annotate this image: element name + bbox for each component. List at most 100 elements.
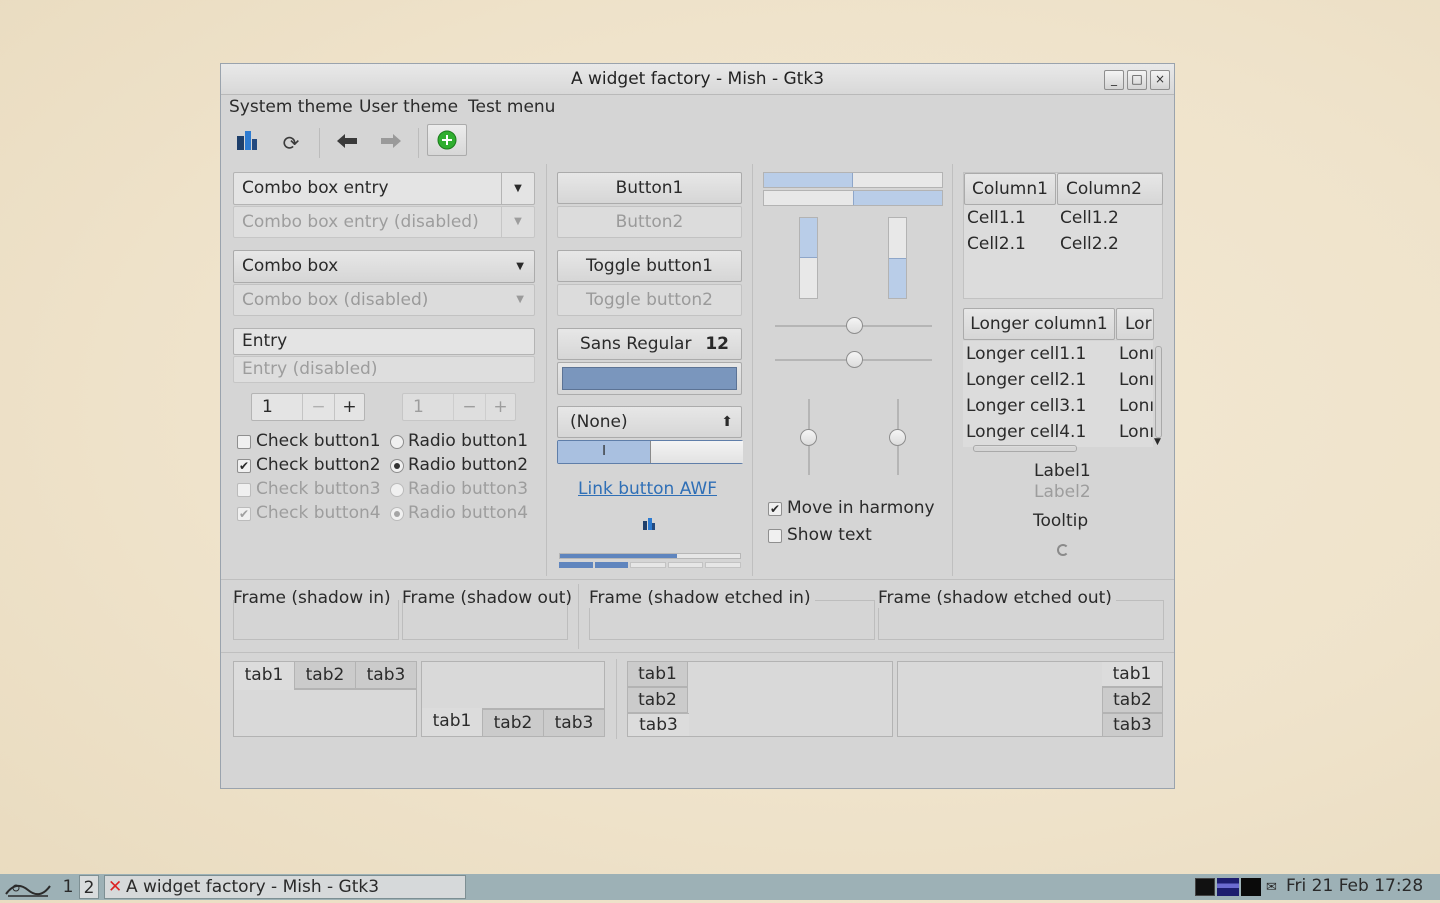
tree-cell[interactable]: Cell1.2 [1060, 208, 1119, 228]
tab-left-2[interactable]: tab2 [627, 687, 688, 713]
button-1[interactable]: Button1 [557, 172, 742, 204]
mail-icon[interactable]: ✉ [1266, 880, 1277, 895]
tab-top-1[interactable]: tab1 [233, 661, 295, 690]
tree-cell[interactable]: Cell1.1 [967, 208, 1026, 228]
tree-cell[interactable]: Longer cell2.1 [966, 370, 1086, 390]
column-header-longer-2[interactable]: Lor [1116, 308, 1154, 340]
color-button[interactable] [557, 362, 742, 395]
tree-cell[interactable]: Lonı [1119, 422, 1153, 442]
menu-system-theme[interactable]: System theme [229, 97, 353, 117]
radio-button-1-circle[interactable] [390, 435, 404, 449]
font-button[interactable]: Sans Regular 12 [557, 328, 742, 360]
column-header-1[interactable]: Column1 [964, 173, 1056, 205]
section-separator [221, 579, 1174, 580]
tab-left-3[interactable]: tab3 [627, 713, 689, 737]
vertical-scale-1-slider[interactable] [800, 429, 817, 446]
combo-box-entry[interactable]: Combo box entry ▼ [233, 172, 535, 205]
tree-cell[interactable]: Cell2.2 [1060, 234, 1119, 254]
tab-right-3[interactable]: tab3 [1102, 713, 1163, 737]
back-icon[interactable] [332, 128, 362, 158]
vertical-scrollbar[interactable] [1155, 346, 1162, 438]
tab-left-1[interactable]: tab1 [627, 661, 688, 687]
add-button[interactable] [427, 124, 467, 156]
check-button-1-label[interactable]: Check button1 [256, 431, 381, 451]
move-in-harmony-label[interactable]: Move in harmony [787, 498, 935, 518]
forward-icon[interactable] [376, 128, 406, 158]
tree-cell[interactable]: Longer cell4.1 [966, 422, 1086, 442]
menu-test-menu[interactable]: Test menu [468, 97, 555, 117]
tab-top-2[interactable]: tab2 [294, 661, 356, 689]
horizontal-scale-1-trough[interactable] [775, 317, 932, 334]
start-menu-icon[interactable] [4, 878, 52, 898]
tree-view-1[interactable]: Column1 Column2 Cell1.1 Cell1.2 Cell2.1 … [963, 172, 1163, 299]
font-name: Sans Regular [580, 334, 692, 354]
spin-button[interactable]: 1 − + [251, 393, 365, 421]
radio-button-1-label[interactable]: Radio button1 [408, 431, 528, 451]
vertical-scale-1-trough[interactable] [800, 399, 817, 475]
chevron-down-icon[interactable]: ▼ [501, 173, 534, 204]
tab-right-1[interactable]: tab1 [1102, 661, 1163, 687]
workspace-1-button[interactable]: 1 [59, 875, 77, 899]
app-icon[interactable] [232, 128, 262, 158]
workspace-2-button[interactable]: 2 [79, 875, 99, 899]
switch-knob[interactable] [650, 441, 743, 463]
task-button[interactable]: ✕ A widget factory - Mish - Gtk3 [104, 875, 466, 899]
column-header-2[interactable]: Column2 [1057, 173, 1163, 205]
vertical-scale-2-trough[interactable] [889, 399, 906, 475]
tab-bottom-3[interactable]: tab3 [543, 709, 605, 737]
radio-button-4-label: Radio button4 [408, 503, 529, 523]
combo-box[interactable]: Combo box ▼ [233, 250, 535, 283]
tab-bottom-1[interactable]: tab1 [421, 708, 483, 737]
check-button-3-box [237, 483, 251, 497]
tree-view-2-body: Longer cell1.1 Lonı Longer cell2.1 Lonı … [963, 341, 1153, 447]
network-monitor-icon [1241, 878, 1261, 896]
column-header-longer-1[interactable]: Longer column1 [963, 308, 1115, 340]
tree-cell[interactable]: Lonı [1119, 344, 1153, 364]
horizontal-scale-2-slider[interactable] [845, 351, 863, 368]
tree-cell[interactable]: Lonı [1119, 396, 1153, 416]
horizontal-scale-2-trough[interactable] [775, 351, 932, 368]
radio-button-2-circle[interactable] [390, 459, 404, 473]
spinner-icon [1057, 544, 1069, 556]
tab-top-3[interactable]: tab3 [355, 661, 417, 689]
show-text-label[interactable]: Show text [787, 525, 872, 545]
toggle-button-1[interactable]: Toggle button1 [557, 250, 742, 282]
tree-cell[interactable]: Longer cell1.1 [966, 344, 1086, 364]
maximize-button[interactable]: □ [1127, 70, 1147, 90]
show-text-box[interactable] [768, 529, 782, 543]
horizontal-scale-1-slider[interactable] [845, 317, 863, 334]
entry-disabled: Entry (disabled) [233, 356, 535, 383]
switch[interactable]: I [557, 440, 743, 464]
tree-cell[interactable]: Lonı [1119, 370, 1153, 390]
tree-cell[interactable]: Longer cell3.1 [966, 396, 1086, 416]
minus-icon[interactable]: − [302, 394, 334, 420]
horizontal-scrollbar[interactable] [973, 445, 1077, 452]
file-chooser-button[interactable]: (None) ⬆ [557, 406, 742, 438]
plus-icon[interactable]: + [334, 394, 364, 420]
spin-button-disabled: 1 − + [402, 393, 516, 421]
close-button[interactable]: × [1150, 70, 1170, 90]
combo-box-disabled: Combo box (disabled) ▼ [233, 284, 535, 316]
tree-cell[interactable]: Cell2.1 [967, 234, 1026, 254]
minimize-button[interactable]: _ [1104, 70, 1124, 90]
check-button-2-label[interactable]: Check button2 [256, 455, 381, 475]
tab-bottom-2[interactable]: tab2 [482, 709, 544, 737]
combo-box-text: Combo box [242, 256, 339, 276]
vertical-scale-2-slider[interactable] [889, 429, 906, 446]
tree-view-2[interactable]: Longer column1 Lor Longer cell1.1 Lonı L… [963, 308, 1163, 454]
check-button-2-box[interactable]: ✔ [237, 459, 251, 473]
minus-icon: − [453, 394, 485, 420]
move-in-harmony-box[interactable]: ✔ [768, 502, 782, 516]
spin-button-value: 1 [262, 397, 273, 417]
radio-button-2-label[interactable]: Radio button2 [408, 455, 528, 475]
entry[interactable]: Entry [233, 328, 535, 355]
chevron-down-icon[interactable]: ▼ [1154, 437, 1161, 447]
title-bar[interactable]: A widget factory - Mish - Gtk3 _ □ × [221, 64, 1174, 95]
check-button-1-box[interactable] [237, 435, 251, 449]
menu-user-theme[interactable]: User theme [359, 97, 458, 117]
tab-right-2[interactable]: tab2 [1102, 687, 1163, 713]
link-button[interactable]: Link button AWF [578, 479, 717, 499]
level-bar [559, 562, 741, 568]
window-title: A widget factory - Mish - Gtk3 [570, 69, 825, 89]
refresh-icon[interactable]: ⟳ [276, 128, 306, 158]
